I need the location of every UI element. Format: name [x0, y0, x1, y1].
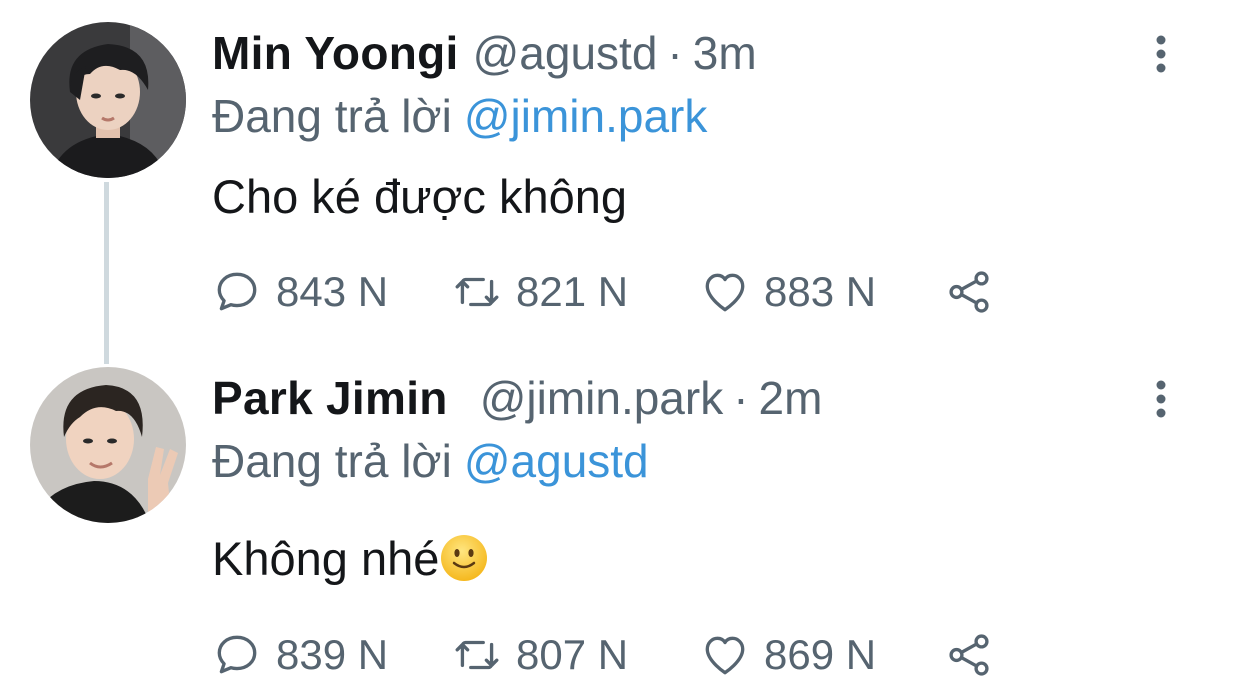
retweet-button[interactable]: 821 N: [452, 262, 628, 322]
timestamp[interactable]: 2m: [759, 372, 823, 424]
reply-mention-link[interactable]: @jimin.park: [464, 90, 708, 142]
slightly-smiling-face-emoji: [441, 535, 488, 581]
avatar-photo-icon: [30, 367, 186, 523]
retweet-button[interactable]: 807 N: [452, 625, 628, 685]
like-button[interactable]: 869 N: [700, 625, 876, 685]
share-icon: [949, 634, 989, 676]
replying-prefix: Đang trả lời: [212, 435, 452, 487]
more-options-icon: [1156, 380, 1166, 418]
tweet-header: Park Jimin @jimin.park · 2m: [212, 367, 822, 429]
author-avatar[interactable]: [30, 367, 186, 523]
like-icon: [705, 273, 745, 312]
author-avatar[interactable]: [30, 22, 186, 178]
thread-view: Min Yoongi @agustd · 3m Đang trả lời @jimin.…: [0, 0, 1242, 688]
tweet-text: Không nhé: [212, 532, 440, 585]
timestamp[interactable]: 3m: [693, 27, 757, 79]
separator: ·: [733, 372, 749, 424]
author-name[interactable]: Min Yoongi: [212, 27, 459, 79]
reply-icon: [217, 272, 257, 311]
reply-icon: [217, 635, 257, 674]
replying-to-line: Đang trả lời @jimin.park: [212, 86, 707, 146]
replying-prefix: Đang trả lời: [212, 90, 452, 142]
like-count: 869 N: [764, 631, 877, 678]
like-icon: [705, 636, 745, 675]
share-icon: [949, 271, 989, 313]
more-options-button[interactable]: [1146, 379, 1176, 419]
thread-connector-line: [104, 182, 109, 364]
reply-button[interactable]: 843 N: [212, 262, 388, 322]
tweet-text: Cho ké được không: [212, 170, 628, 223]
reply-count: 843 N: [276, 268, 389, 315]
separator: ·: [667, 27, 683, 79]
retweet-icon: [455, 277, 499, 307]
like-count: 883 N: [764, 268, 877, 315]
author-name[interactable]: Park Jimin: [212, 372, 448, 424]
retweet-count: 821 N: [516, 268, 629, 315]
tweet-actions: 839 N 807 N 869 N: [212, 625, 1012, 685]
share-button[interactable]: [944, 262, 1008, 322]
tweet-text-container: Không nhé: [212, 527, 489, 591]
retweet-icon: [455, 640, 499, 670]
author-handle[interactable]: @jimin.park: [480, 372, 724, 424]
reply-mention-link[interactable]: @agustd: [464, 435, 649, 487]
more-options-button[interactable]: [1146, 34, 1176, 74]
retweet-count: 807 N: [516, 631, 629, 678]
replying-to-line: Đang trả lời @agustd: [212, 431, 649, 491]
tweet-header: Min Yoongi @agustd · 3m: [212, 22, 757, 84]
share-button[interactable]: [944, 625, 1008, 685]
like-button[interactable]: 883 N: [700, 262, 876, 322]
tweet-actions: 843 N 821 N 883 N: [212, 262, 1012, 322]
more-options-icon: [1156, 35, 1166, 73]
reply-button[interactable]: 839 N: [212, 625, 388, 685]
author-handle[interactable]: @agustd: [473, 27, 658, 79]
reply-count: 839 N: [276, 631, 389, 678]
avatar-photo-icon: [30, 22, 186, 178]
